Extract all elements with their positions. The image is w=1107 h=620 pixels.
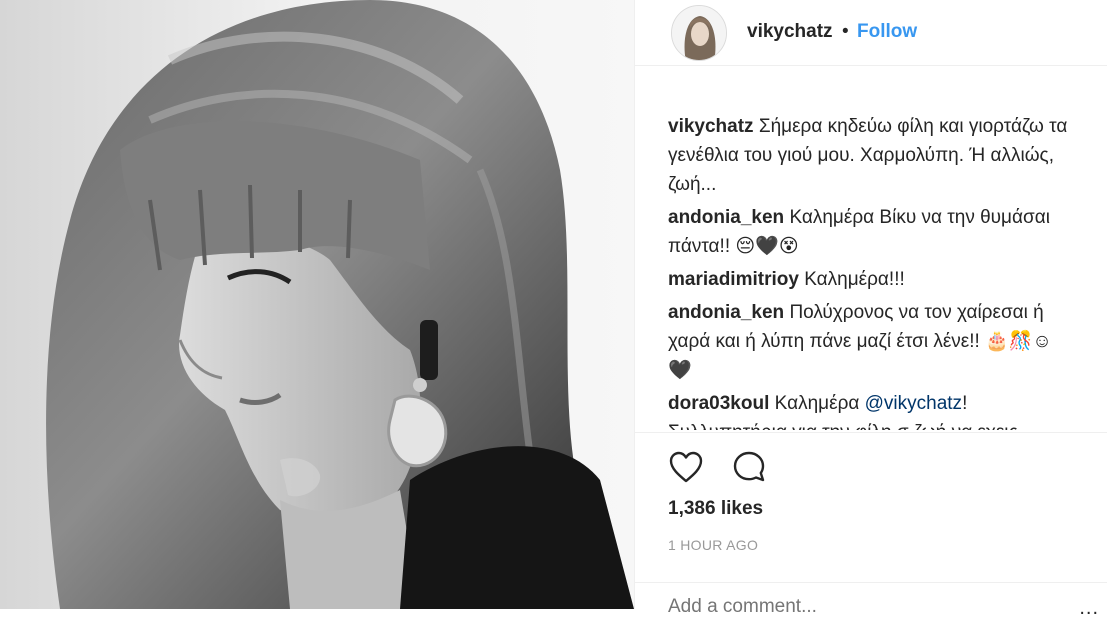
comment-text: Καλημέρα!!!: [804, 269, 905, 290]
avatar[interactable]: [671, 5, 727, 61]
add-comment-input[interactable]: [668, 596, 1048, 618]
heart-icon[interactable]: [668, 450, 704, 486]
post-header: vikychatz • Follow: [635, 0, 1107, 66]
likes-count[interactable]: 1,386 likes: [668, 498, 763, 520]
comment-username[interactable]: mariadimitrioy: [668, 269, 799, 290]
divider: [635, 432, 1107, 433]
separator-dot: •: [842, 21, 849, 42]
post-photo[interactable]: [0, 0, 634, 609]
comment-item: andonia_ken Καλημέρα Βίκυ να την θυμάσαι…: [668, 203, 1068, 261]
comment-username[interactable]: vikychatz: [668, 116, 754, 137]
comment-username[interactable]: andonia_ken: [668, 302, 784, 323]
comments-list[interactable]: vikychatz Σήμερα κηδεύω φίλη και γιορτάζ…: [668, 112, 1068, 430]
post-details-panel: vikychatz • Follow vikychatz Σήμερα κηδε…: [634, 0, 1107, 619]
divider: [635, 582, 1107, 583]
speech-bubble-icon[interactable]: [732, 450, 768, 486]
comment-username[interactable]: dora03koul: [668, 393, 769, 414]
mention-link[interactable]: @vikychatz: [865, 393, 962, 414]
header-username[interactable]: vikychatz: [747, 21, 833, 43]
comment-item: mariadimitrioy Καλημέρα!!!: [668, 265, 1068, 294]
follow-button[interactable]: Follow: [857, 21, 917, 43]
comment-text: Καλημέρα: [774, 393, 865, 414]
comment-username[interactable]: andonia_ken: [668, 207, 784, 228]
comment-item: andonia_ken Πολύχρονος να τον χαίρεσαι ή…: [668, 298, 1068, 385]
comment-item: vikychatz Σήμερα κηδεύω φίλη και γιορτάζ…: [668, 112, 1068, 199]
post-timestamp[interactable]: 1 HOUR AGO: [668, 537, 758, 553]
comment-item: dora03koul Καλημέρα @vikychatz! Συλλυπητ…: [668, 389, 1068, 430]
